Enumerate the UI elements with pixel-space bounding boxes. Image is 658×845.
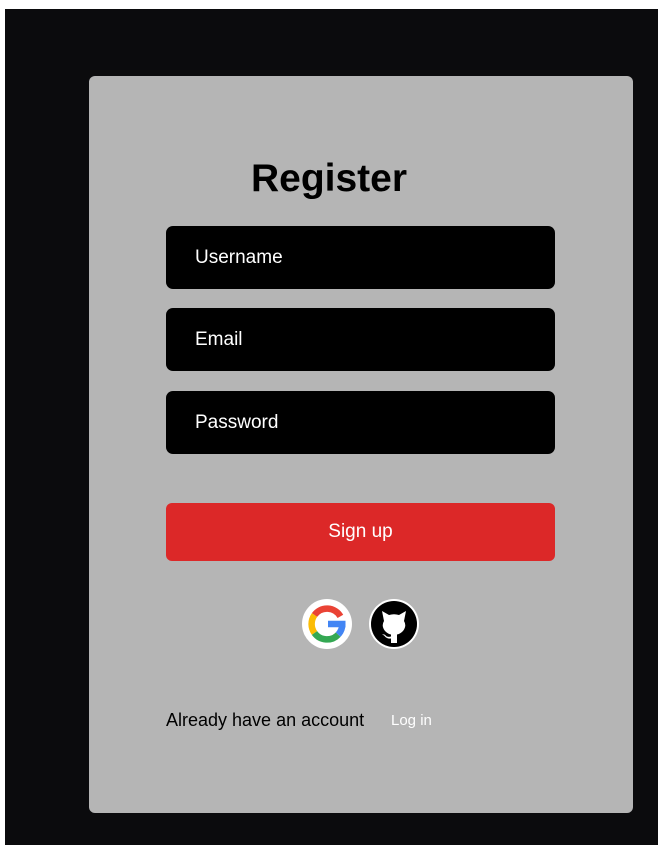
google-icon — [302, 599, 352, 649]
already-have-account-text: Already have an account — [166, 710, 365, 730]
signup-button[interactable]: Sign up — [166, 503, 555, 561]
username-input[interactable] — [166, 226, 555, 289]
username-field[interactable] — [166, 226, 555, 289]
page-title: Register — [250, 157, 408, 200]
password-input[interactable] — [166, 391, 555, 454]
login-link[interactable]: Log in — [391, 712, 432, 729]
github-icon — [369, 599, 419, 649]
github-login-button[interactable] — [369, 599, 419, 649]
password-field[interactable] — [166, 391, 555, 454]
email-field[interactable] — [166, 308, 555, 371]
google-login-button[interactable] — [302, 599, 352, 649]
email-input[interactable] — [166, 308, 555, 371]
